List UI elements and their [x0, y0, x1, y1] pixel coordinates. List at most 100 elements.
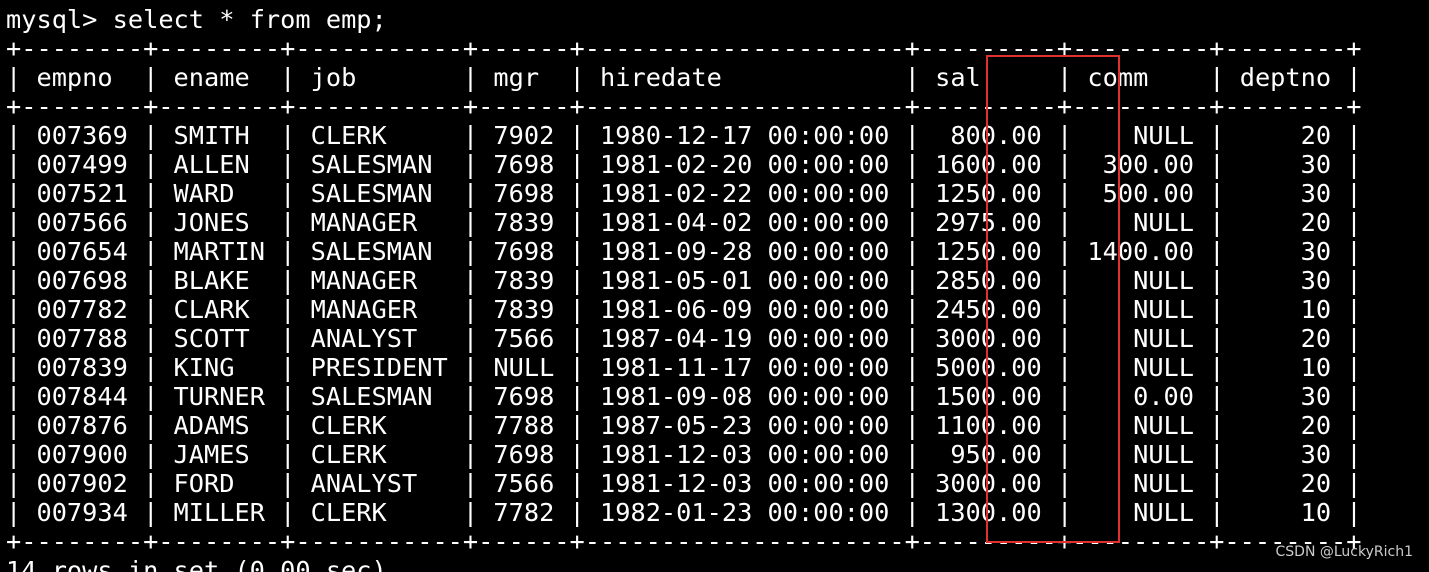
- column-separator: |: [1056, 411, 1073, 440]
- cell-ename: ADAMS: [158, 411, 281, 440]
- column-separator: |: [143, 353, 159, 382]
- table-row: | 007876 | ADAMS | CLERK | 7788 | 1987-0…: [6, 411, 1429, 440]
- column-separator: |: [1346, 324, 1362, 353]
- cell-comm: NULL: [1072, 353, 1210, 382]
- column-separator: |: [569, 63, 585, 92]
- column-separator: |: [1346, 121, 1362, 150]
- column-header-comm: comm: [1072, 63, 1210, 92]
- cell-hiredate: 1981-09-08 00:00:00: [584, 382, 905, 411]
- column-separator: |: [569, 440, 585, 469]
- column-separator: |: [1056, 150, 1073, 179]
- cell-job: PRESIDENT: [295, 353, 463, 382]
- cell-sal: 800.00: [919, 121, 1057, 150]
- column-separator: |: [569, 411, 585, 440]
- cell-ename: CLARK: [158, 295, 281, 324]
- cell-hiredate: 1987-04-19 00:00:00: [584, 324, 905, 353]
- cell-ename: JONES: [158, 208, 281, 237]
- cell-job: CLERK: [295, 121, 463, 150]
- column-separator: |: [569, 208, 585, 237]
- mysql-prompt: mysql>: [6, 5, 113, 34]
- column-separator: |: [569, 469, 585, 498]
- column-separator: |: [1346, 295, 1362, 324]
- column-separator: |: [143, 469, 159, 498]
- table-row: | 007934 | MILLER | CLERK | 7782 | 1982-…: [6, 498, 1429, 527]
- column-separator: |: [1346, 353, 1362, 382]
- cell-comm: NULL: [1072, 121, 1210, 150]
- cell-mgr: 7839: [478, 266, 570, 295]
- column-separator: |: [280, 121, 296, 150]
- column-separator: |: [1056, 440, 1073, 469]
- table-bottom-border: +--------+--------+-----------+------+--…: [6, 527, 1362, 556]
- table-row: | 007521 | WARD | SALESMAN | 7698 | 1981…: [6, 179, 1429, 208]
- cell-deptno: 10: [1224, 295, 1347, 324]
- column-separator: |: [904, 208, 920, 237]
- column-separator: |: [904, 382, 920, 411]
- column-separator: |: [569, 237, 585, 266]
- cell-job: ANALYST: [295, 324, 463, 353]
- cell-empno: 007521: [21, 179, 144, 208]
- cell-hiredate: 1981-05-01 00:00:00: [584, 266, 905, 295]
- column-header-empno: empno: [21, 63, 144, 92]
- column-separator: |: [143, 179, 159, 208]
- cell-job: SALESMAN: [295, 382, 463, 411]
- column-separator: |: [1056, 121, 1073, 150]
- column-separator: |: [6, 150, 22, 179]
- cell-deptno: 10: [1224, 498, 1347, 527]
- column-separator: |: [904, 295, 920, 324]
- cell-deptno: 30: [1224, 179, 1347, 208]
- cell-job: CLERK: [295, 498, 463, 527]
- column-separator: |: [143, 237, 159, 266]
- table-row: | 007369 | SMITH | CLERK | 7902 | 1980-1…: [6, 121, 1429, 150]
- column-separator: |: [569, 266, 585, 295]
- cell-mgr: 7698: [478, 237, 570, 266]
- table-row: | 007499 | ALLEN | SALESMAN | 7698 | 198…: [6, 150, 1429, 179]
- cell-hiredate: 1981-06-09 00:00:00: [584, 295, 905, 324]
- column-separator: |: [462, 353, 479, 382]
- column-separator: |: [1209, 411, 1225, 440]
- cell-hiredate: 1981-11-17 00:00:00: [584, 353, 905, 382]
- column-separator: |: [904, 266, 920, 295]
- column-separator: |: [462, 440, 479, 469]
- column-header-mgr: mgr: [478, 63, 570, 92]
- cell-mgr: 7839: [478, 208, 570, 237]
- cell-comm: 1400.00: [1072, 237, 1210, 266]
- cell-comm: NULL: [1072, 208, 1210, 237]
- cell-sal: 950.00: [919, 440, 1057, 469]
- cell-empno: 007698: [21, 266, 144, 295]
- column-separator: |: [6, 382, 22, 411]
- cell-empno: 007934: [21, 498, 144, 527]
- cell-deptno: 20: [1224, 208, 1347, 237]
- cell-deptno: 30: [1224, 237, 1347, 266]
- table-row: | 007782 | CLARK | MANAGER | 7839 | 1981…: [6, 295, 1429, 324]
- csdn-watermark: CSDN @LuckyRich1: [1275, 544, 1413, 560]
- column-separator: |: [6, 266, 22, 295]
- column-separator: |: [1056, 179, 1073, 208]
- cell-comm: NULL: [1072, 440, 1210, 469]
- column-separator: |: [904, 63, 920, 92]
- terminal-window[interactable]: mysql> select * from emp; +--------+----…: [6, 5, 1429, 572]
- cell-sal: 1300.00: [919, 498, 1057, 527]
- cell-ename: SMITH: [158, 121, 281, 150]
- column-separator: |: [569, 295, 585, 324]
- column-separator: |: [1209, 121, 1225, 150]
- cell-comm: NULL: [1072, 411, 1210, 440]
- cell-sal: 2450.00: [919, 295, 1057, 324]
- column-separator: |: [6, 208, 22, 237]
- column-separator: |: [143, 295, 159, 324]
- cell-ename: WARD: [158, 179, 281, 208]
- column-separator: |: [569, 324, 585, 353]
- column-separator: |: [1209, 150, 1225, 179]
- column-separator: |: [1209, 353, 1225, 382]
- column-separator: |: [6, 498, 22, 527]
- cell-ename: ALLEN: [158, 150, 281, 179]
- cell-sal: 1600.00: [919, 150, 1057, 179]
- cell-empno: 007902: [21, 469, 144, 498]
- column-separator: |: [1209, 498, 1225, 527]
- cell-sal: 2975.00: [919, 208, 1057, 237]
- column-separator: |: [904, 411, 920, 440]
- column-separator: |: [462, 324, 479, 353]
- column-separator: |: [904, 469, 920, 498]
- column-separator: |: [569, 121, 585, 150]
- cell-comm: NULL: [1072, 295, 1210, 324]
- cell-hiredate: 1981-02-22 00:00:00: [584, 179, 905, 208]
